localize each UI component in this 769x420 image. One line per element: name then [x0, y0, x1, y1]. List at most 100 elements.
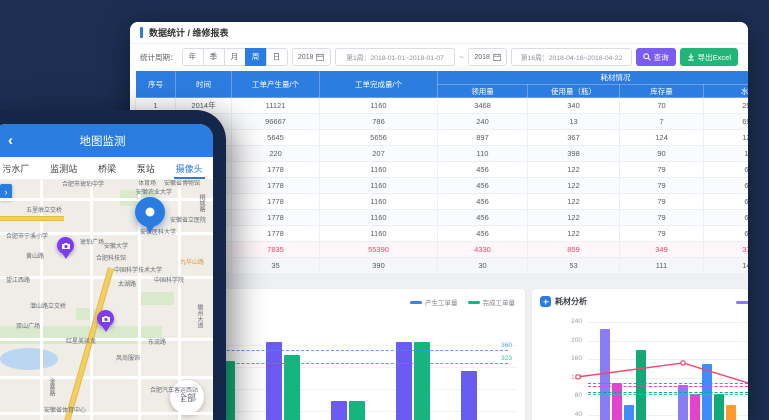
- period-option-周[interactable]: 周: [245, 48, 267, 66]
- selected-camera-marker[interactable]: [135, 197, 165, 227]
- map-label: 红星美凯龙: [66, 339, 96, 345]
- map-label: 合肥市宁溪小学: [6, 234, 48, 240]
- map-label: 合肥科技馆: [96, 256, 126, 262]
- period-option-月[interactable]: 月: [224, 48, 246, 66]
- bar-产生工单量: [461, 371, 477, 420]
- map-label: 合肥市琥珀中学: [62, 182, 104, 188]
- map-label: 潜山路立交桥: [30, 304, 66, 310]
- map-road: [178, 180, 181, 420]
- map-road: [90, 180, 93, 420]
- consumable-bar-chart: [588, 319, 748, 420]
- table-cell: 390: [320, 258, 438, 274]
- table-cell: 786: [320, 114, 438, 130]
- table-cell: 96667: [232, 114, 320, 130]
- camera-marker[interactable]: [97, 310, 114, 327]
- chart-legend: 产生工单量 完成工单量: [410, 297, 515, 307]
- table-cell: 897: [438, 130, 528, 146]
- magnifier-icon: [643, 53, 651, 61]
- table-cell: 122: [528, 162, 620, 178]
- table-cell: 1778: [232, 194, 320, 210]
- reference-line: [588, 392, 748, 393]
- period-option-季[interactable]: 季: [203, 48, 225, 66]
- year-start-select[interactable]: 2018: [292, 48, 331, 66]
- table-cell: 70: [620, 98, 704, 114]
- bar: [624, 405, 634, 420]
- export-excel-button[interactable]: 导出Excel: [680, 48, 738, 66]
- table-cell: 456: [438, 194, 528, 210]
- legend-item: 产生工单量: [410, 297, 458, 307]
- breadcrumb-tick: [140, 27, 143, 38]
- period-option-日[interactable]: 日: [266, 48, 288, 66]
- bar-完成工单量: [284, 355, 300, 420]
- map-label: 黄山路: [26, 254, 44, 260]
- map-highway: [0, 216, 64, 221]
- map-canvas[interactable]: › 全部 合肥市琥珀中学体育场安徽农业大学安徽省博物馆五里墩立交桥合肥市宁溪小学…: [0, 180, 213, 420]
- table-cell: 1778: [232, 226, 320, 242]
- table-cell: 1160: [320, 226, 438, 242]
- map-label: 金寨路: [48, 378, 54, 396]
- table-cell: 141: [704, 258, 749, 274]
- tab-桥梁[interactable]: 桥梁: [96, 157, 118, 179]
- year-start-value: 2018: [298, 54, 314, 61]
- query-button[interactable]: 查询: [636, 48, 676, 66]
- reference-label: 323: [501, 355, 512, 362]
- map-label: 双山广场: [16, 324, 40, 330]
- camera-marker[interactable]: [57, 237, 74, 254]
- map-pond: [0, 348, 58, 370]
- year-end-select[interactable]: 2018: [468, 48, 507, 66]
- table-cell: 11121: [232, 98, 320, 114]
- gridline: [588, 341, 748, 342]
- sub-column-header: 领用量: [438, 85, 528, 98]
- legend-dash: [410, 301, 422, 304]
- table-cell: 398: [528, 146, 620, 162]
- map-label: 安徽省立医院: [170, 218, 206, 224]
- back-icon[interactable]: ‹: [8, 133, 13, 148]
- reference-line: [588, 386, 748, 387]
- column-header: 工单产生量/个: [232, 71, 320, 98]
- table-cell: 240: [438, 114, 528, 130]
- map-road: [0, 412, 213, 415]
- phone-overlay: ‹ 地图监测 污水厂监测站桥梁泵站摄像头 › 全部 合肥市琥珀中学体育场安徽农业…: [0, 110, 226, 420]
- map-label: 安徽大学: [104, 244, 128, 250]
- sub-column-header: 库存量: [620, 85, 704, 98]
- legend-text: 完成工单量: [483, 297, 516, 307]
- sub-column-header: 使用量（瓶）: [528, 85, 620, 98]
- phone-page-title: 地图监测: [80, 133, 126, 149]
- query-label: 查询: [654, 52, 669, 63]
- week-start-input[interactable]: 第1周：2018-01-01~2018-01-07: [335, 48, 455, 66]
- table-cell: 7: [620, 114, 704, 130]
- week-end-input[interactable]: 第16周：2018-04-16~2018-04-22: [511, 48, 631, 66]
- map-all-button[interactable]: 全部: [170, 380, 204, 414]
- year-end-value: 2018: [474, 54, 490, 61]
- camera-icon: [61, 242, 71, 250]
- legend-text: 产生工单量: [425, 297, 458, 307]
- tab-污水厂[interactable]: 污水厂: [0, 157, 31, 179]
- table-row: 82021年177811604561227967: [136, 210, 749, 226]
- period-option-年[interactable]: 年: [182, 48, 204, 66]
- charts-row: 产生工单量完成工单量 360323 耗材分析 2402001601208040: [138, 289, 748, 420]
- map-park: [140, 292, 174, 305]
- report-table-element: 序号时间工单产生量/个工单完成量/个耗材情况领用量使用量（瓶）库存量水量1201…: [135, 70, 748, 274]
- tab-泵站[interactable]: 泵站: [135, 157, 157, 179]
- table-cell: 79: [620, 194, 704, 210]
- reference-line: [588, 394, 748, 395]
- map-label: 安徽农业大学: [136, 190, 172, 196]
- bar: [636, 350, 646, 420]
- table-cell: 207: [320, 146, 438, 162]
- table-cell: 13: [528, 114, 620, 130]
- map-label: 徽州大道: [196, 304, 202, 328]
- map-label: 安徽省体育中心: [44, 408, 86, 414]
- table-cell: 67: [704, 178, 749, 194]
- table-cell: 1778: [232, 210, 320, 226]
- y-tick: 80: [560, 392, 582, 399]
- map-label: 中国科学院: [154, 278, 184, 284]
- tab-摄像头[interactable]: 摄像头: [174, 157, 205, 179]
- table-cell: 19: [704, 146, 749, 162]
- table-cell: 129: [704, 130, 749, 146]
- table-cell: 367: [528, 130, 620, 146]
- tab-监测站[interactable]: 监测站: [48, 157, 79, 179]
- sub-column-header: 水量: [704, 85, 749, 98]
- map-road: [0, 376, 213, 379]
- table-cell: 456: [438, 226, 528, 242]
- table-cell: 67: [704, 210, 749, 226]
